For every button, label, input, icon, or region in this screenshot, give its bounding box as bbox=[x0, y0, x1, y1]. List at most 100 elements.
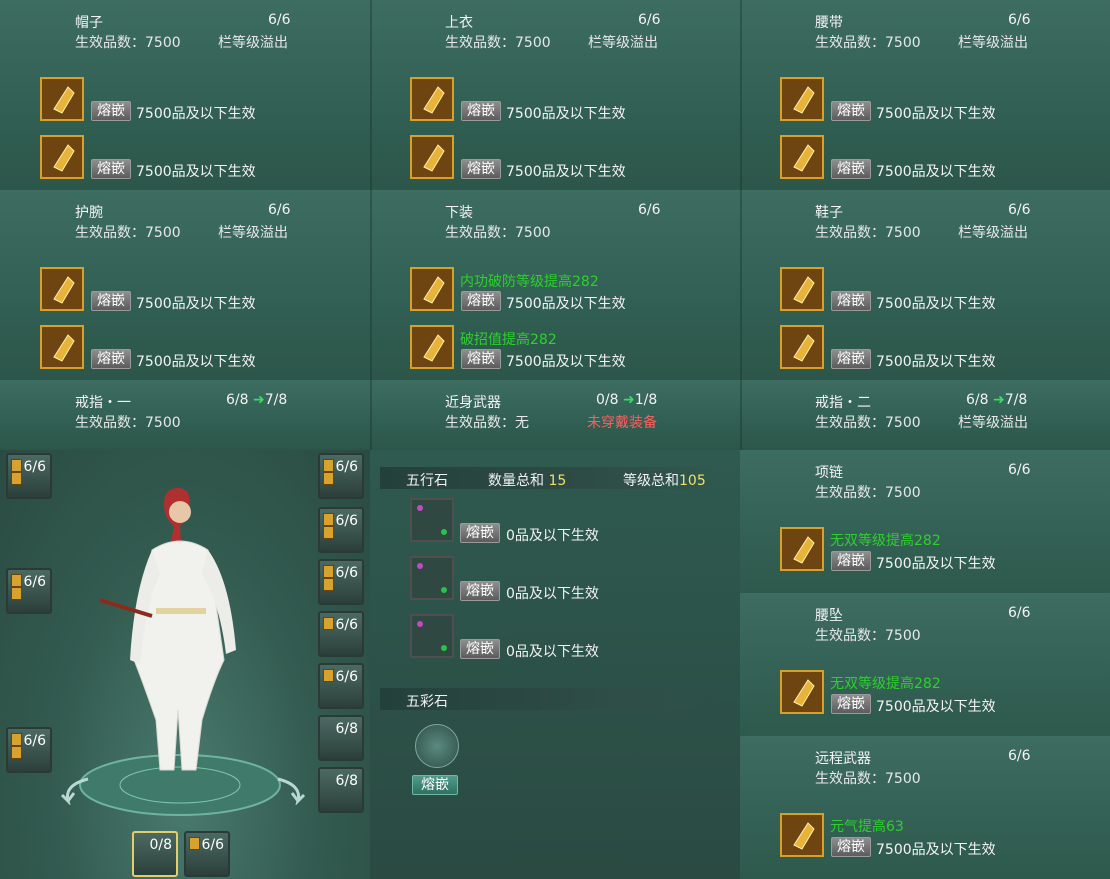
gold-gem-icon[interactable] bbox=[40, 325, 84, 369]
quality-text: 生效品数：7500 bbox=[75, 225, 181, 241]
panel-title: 近身武器 bbox=[445, 395, 501, 411]
equip-slot-tag[interactable]: 6/6 bbox=[6, 727, 52, 773]
embed-button[interactable]: 熔嵌 bbox=[461, 101, 501, 121]
equip-slot-tag[interactable]: 6/8 bbox=[318, 767, 364, 813]
panel-ring-1: 戒指・一 6/8 ➜7/8 生效品数：7500 bbox=[0, 380, 370, 450]
gold-gem-icon[interactable] bbox=[780, 267, 824, 311]
effect-text: 7500品及以下生效 bbox=[136, 106, 256, 122]
embed-button[interactable]: 熔嵌 bbox=[831, 159, 871, 179]
empty-gem-slot-icon[interactable] bbox=[410, 614, 454, 658]
embed-button[interactable]: 熔嵌 bbox=[460, 523, 500, 543]
quality-text: 生效品数：7500 bbox=[75, 35, 181, 51]
equip-slot-tag[interactable]: 6/6 bbox=[318, 559, 364, 605]
equip-slot-tag[interactable]: 6/8 bbox=[318, 715, 364, 761]
equip-slot-tag[interactable]: 6/6 bbox=[318, 611, 364, 657]
embed-button[interactable]: 熔嵌 bbox=[461, 291, 501, 311]
effect-text: 0品及以下生效 bbox=[506, 644, 599, 660]
gold-gem-icon[interactable] bbox=[40, 267, 84, 311]
wuxing-level: 等级总和105 bbox=[623, 473, 706, 489]
panel-belt: 腰带 6/6 生效品数：7500 栏等级溢出 熔嵌 7500品及以下生效 熔嵌 … bbox=[740, 0, 1110, 190]
empty-gem-slot-icon[interactable] bbox=[410, 498, 454, 542]
panel-title: 远程武器 bbox=[815, 751, 871, 767]
gold-gem-icon[interactable] bbox=[410, 135, 454, 179]
embed-button[interactable]: 熔嵌 bbox=[461, 349, 501, 369]
embed-button[interactable]: 熔嵌 bbox=[831, 694, 871, 714]
gem-bonus-text: 破招值提高282 bbox=[460, 332, 557, 348]
effect-text: 7500品及以下生效 bbox=[136, 164, 256, 180]
embed-button[interactable]: 熔嵌 bbox=[460, 639, 500, 659]
wucai-stone-icon[interactable] bbox=[415, 724, 459, 768]
gold-gem-icon[interactable] bbox=[780, 813, 824, 857]
gold-gem-icon[interactable] bbox=[780, 325, 824, 369]
wucai-embed-button[interactable]: 熔嵌 bbox=[412, 775, 458, 795]
overflow-text: 栏等级溢出 bbox=[958, 225, 1028, 241]
gold-gem-icon[interactable] bbox=[410, 267, 454, 311]
gold-gem-icon[interactable] bbox=[40, 135, 84, 179]
gem-bonus-text: 元气提高63 bbox=[830, 819, 904, 835]
embed-button[interactable]: 熔嵌 bbox=[831, 551, 871, 571]
effect-text: 7500品及以下生效 bbox=[506, 354, 626, 370]
panel-count: 6/6 bbox=[1008, 462, 1031, 478]
panel-count: 6/6 bbox=[1008, 748, 1031, 764]
embed-button[interactable]: 熔嵌 bbox=[91, 101, 131, 121]
embed-button[interactable]: 熔嵌 bbox=[831, 291, 871, 311]
overflow-text: 栏等级溢出 bbox=[958, 35, 1028, 51]
effect-text: 0品及以下生效 bbox=[506, 528, 599, 544]
gold-gem-icon[interactable] bbox=[780, 527, 824, 571]
effect-text: 7500品及以下生效 bbox=[876, 556, 996, 572]
embed-button[interactable]: 熔嵌 bbox=[461, 159, 501, 179]
embed-button[interactable]: 熔嵌 bbox=[91, 349, 131, 369]
equip-slot-tag[interactable]: 6/6 bbox=[318, 507, 364, 553]
rotate-left-icon[interactable] bbox=[58, 775, 94, 805]
panel-ring-2: 戒指・二 6/8 ➜7/8 生效品数：7500 栏等级溢出 bbox=[740, 380, 1110, 450]
gem-bonus-text: 无双等级提高282 bbox=[830, 533, 941, 549]
equip-slot-tag[interactable]: 6/6 bbox=[318, 453, 364, 499]
embed-button[interactable]: 熔嵌 bbox=[831, 101, 871, 121]
embed-button[interactable]: 熔嵌 bbox=[831, 349, 871, 369]
effect-text: 7500品及以下生效 bbox=[136, 296, 256, 312]
panel-count: 6/6 bbox=[268, 202, 291, 218]
ring-count: 6/8 ➜7/8 bbox=[226, 392, 288, 408]
panel-title: 下装 bbox=[445, 205, 473, 221]
effect-text: 7500品及以下生效 bbox=[876, 842, 996, 858]
panel-necklace: 项链 6/6 生效品数：7500 无双等级提高282 熔嵌 7500品及以下生效 bbox=[740, 450, 1110, 593]
panel-count: 6/6 bbox=[638, 202, 661, 218]
gold-gem-icon[interactable] bbox=[40, 77, 84, 121]
panel-pendant: 腰坠 6/6 生效品数：7500 无双等级提高282 熔嵌 7500品及以下生效 bbox=[740, 593, 1110, 736]
panel-title: 护腕 bbox=[75, 205, 103, 221]
quality-text: 生效品数：7500 bbox=[815, 485, 921, 501]
panel-title: 鞋子 bbox=[815, 205, 843, 221]
overflow-text: 栏等级溢出 bbox=[218, 225, 288, 241]
empty-gem-slot-icon[interactable] bbox=[410, 556, 454, 600]
wuxing-title: 五行石 bbox=[406, 473, 448, 489]
equip-slot-tag[interactable]: 6/6 bbox=[318, 663, 364, 709]
effect-text: 7500品及以下生效 bbox=[876, 106, 996, 122]
panel-count: 6/6 bbox=[638, 12, 661, 28]
gold-gem-icon[interactable] bbox=[780, 77, 824, 121]
not-equipped-text: 未穿戴装备 bbox=[587, 415, 657, 431]
equip-slot-tag[interactable]: 6/6 bbox=[6, 453, 52, 499]
rotate-right-icon[interactable] bbox=[272, 775, 308, 805]
embed-button[interactable]: 熔嵌 bbox=[91, 159, 131, 179]
overflow-text: 栏等级溢出 bbox=[218, 35, 288, 51]
panel-count: 6/6 bbox=[1008, 202, 1031, 218]
panel-title: 戒指・一 bbox=[75, 395, 131, 411]
ring-count: 6/8 ➜7/8 bbox=[966, 392, 1028, 408]
character-view: 6/6 6/6 6/6 6/6 6/6 6/6 6/6 6/6 6/8 6/8 … bbox=[0, 450, 370, 879]
panel-melee-weapon: 近身武器 0/8 ➜1/8 生效品数：无 未穿戴装备 bbox=[370, 380, 740, 450]
embed-button[interactable]: 熔嵌 bbox=[460, 581, 500, 601]
gold-gem-icon[interactable] bbox=[410, 77, 454, 121]
overflow-text: 栏等级溢出 bbox=[958, 415, 1028, 431]
gold-gem-icon[interactable] bbox=[780, 135, 824, 179]
quality-text: 生效品数：7500 bbox=[815, 415, 921, 431]
wuxing-qty: 数量总和 15 bbox=[488, 473, 567, 489]
gold-gem-icon[interactable] bbox=[410, 325, 454, 369]
gold-gem-icon[interactable] bbox=[780, 670, 824, 714]
equip-slot-tag[interactable]: 6/6 bbox=[6, 568, 52, 614]
equip-slot-tag[interactable]: 6/6 bbox=[184, 831, 230, 877]
embed-button[interactable]: 熔嵌 bbox=[831, 837, 871, 857]
upgrade-arrow-icon: ➜ bbox=[622, 392, 635, 408]
quality-text: 生效品数：无 bbox=[445, 415, 529, 431]
embed-button[interactable]: 熔嵌 bbox=[91, 291, 131, 311]
equip-slot-tag-selected[interactable]: 0/8 bbox=[132, 831, 178, 877]
